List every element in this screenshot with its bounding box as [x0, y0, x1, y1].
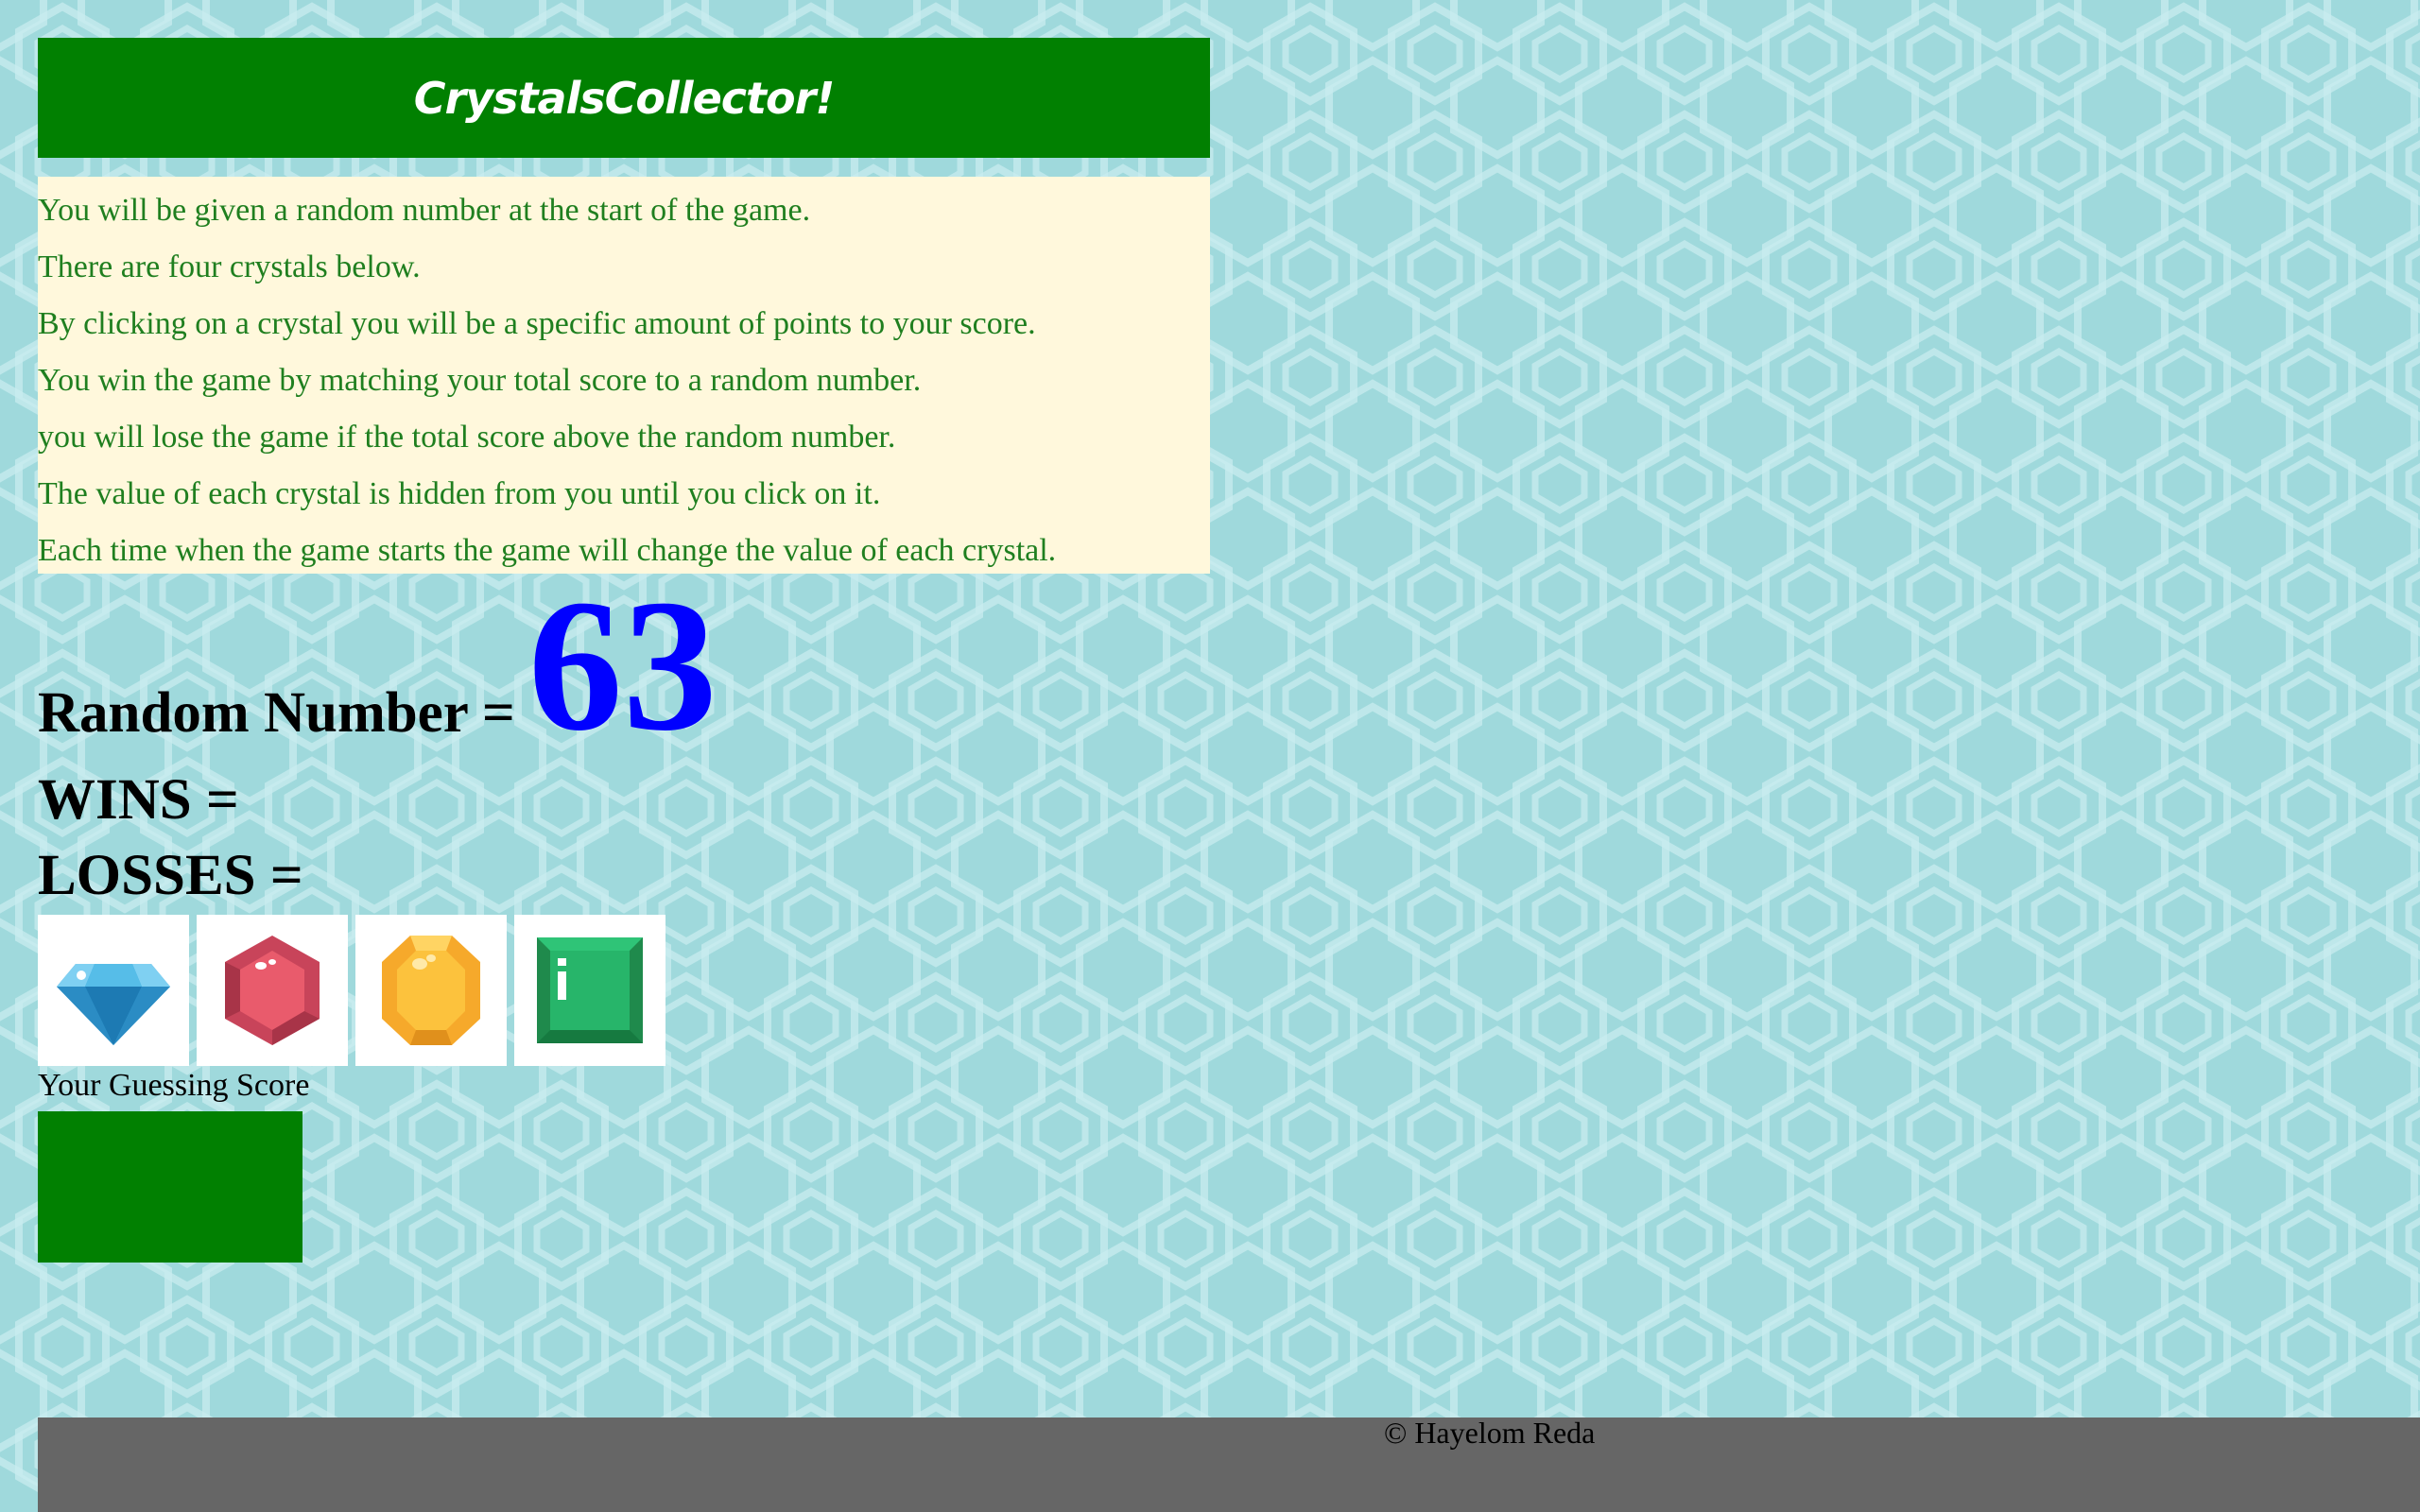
red-hexagon-gem-icon: [225, 936, 320, 1045]
header-banner: CrystalsCollector!: [38, 38, 1210, 158]
instruction-line: There are four crystals below.: [38, 249, 421, 284]
page-title: CrystalsCollector!: [413, 72, 836, 124]
crystal-button-blue[interactable]: [38, 915, 189, 1066]
random-number-row: Random Number = 63: [38, 561, 717, 770]
yellow-octagon-gem-icon: [382, 936, 480, 1045]
game-container: CrystalsCollector! You will be given a r…: [38, 38, 1210, 1263]
losses-label: LOSSES =: [38, 844, 303, 907]
instruction-line: By clicking on a crystal you will be a s…: [38, 306, 1036, 341]
wins-counter: WINS =: [38, 767, 239, 833]
guessing-score-label: Your Guessing Score: [38, 1068, 310, 1103]
wins-label: WINS =: [38, 768, 239, 832]
random-number-value: 63: [527, 561, 717, 770]
guessing-score-display: [38, 1111, 302, 1263]
losses-counter: LOSSES =: [38, 843, 303, 909]
random-number-label: Random Number =: [38, 681, 515, 745]
instructions-panel: You will be given a random number at the…: [38, 177, 1210, 574]
instruction-line: you will lose the game if the total scor…: [38, 420, 896, 455]
crystal-button-yellow[interactable]: [355, 915, 507, 1066]
instruction-line: You will be given a random number at the…: [38, 193, 811, 228]
green-square-gem-icon: [537, 937, 643, 1043]
crystal-button-red[interactable]: [197, 915, 348, 1066]
footer: © Hayelom Reda: [38, 1418, 2420, 1512]
instruction-line: The value of each crystal is hidden from…: [38, 476, 881, 511]
blue-diamond-icon: [57, 964, 170, 1045]
crystal-button-green[interactable]: [514, 915, 666, 1066]
crystal-row: [38, 915, 666, 1066]
instruction-line: You win the game by matching your total …: [38, 363, 922, 398]
footer-copyright: © Hayelom Reda: [1384, 1416, 1596, 1450]
